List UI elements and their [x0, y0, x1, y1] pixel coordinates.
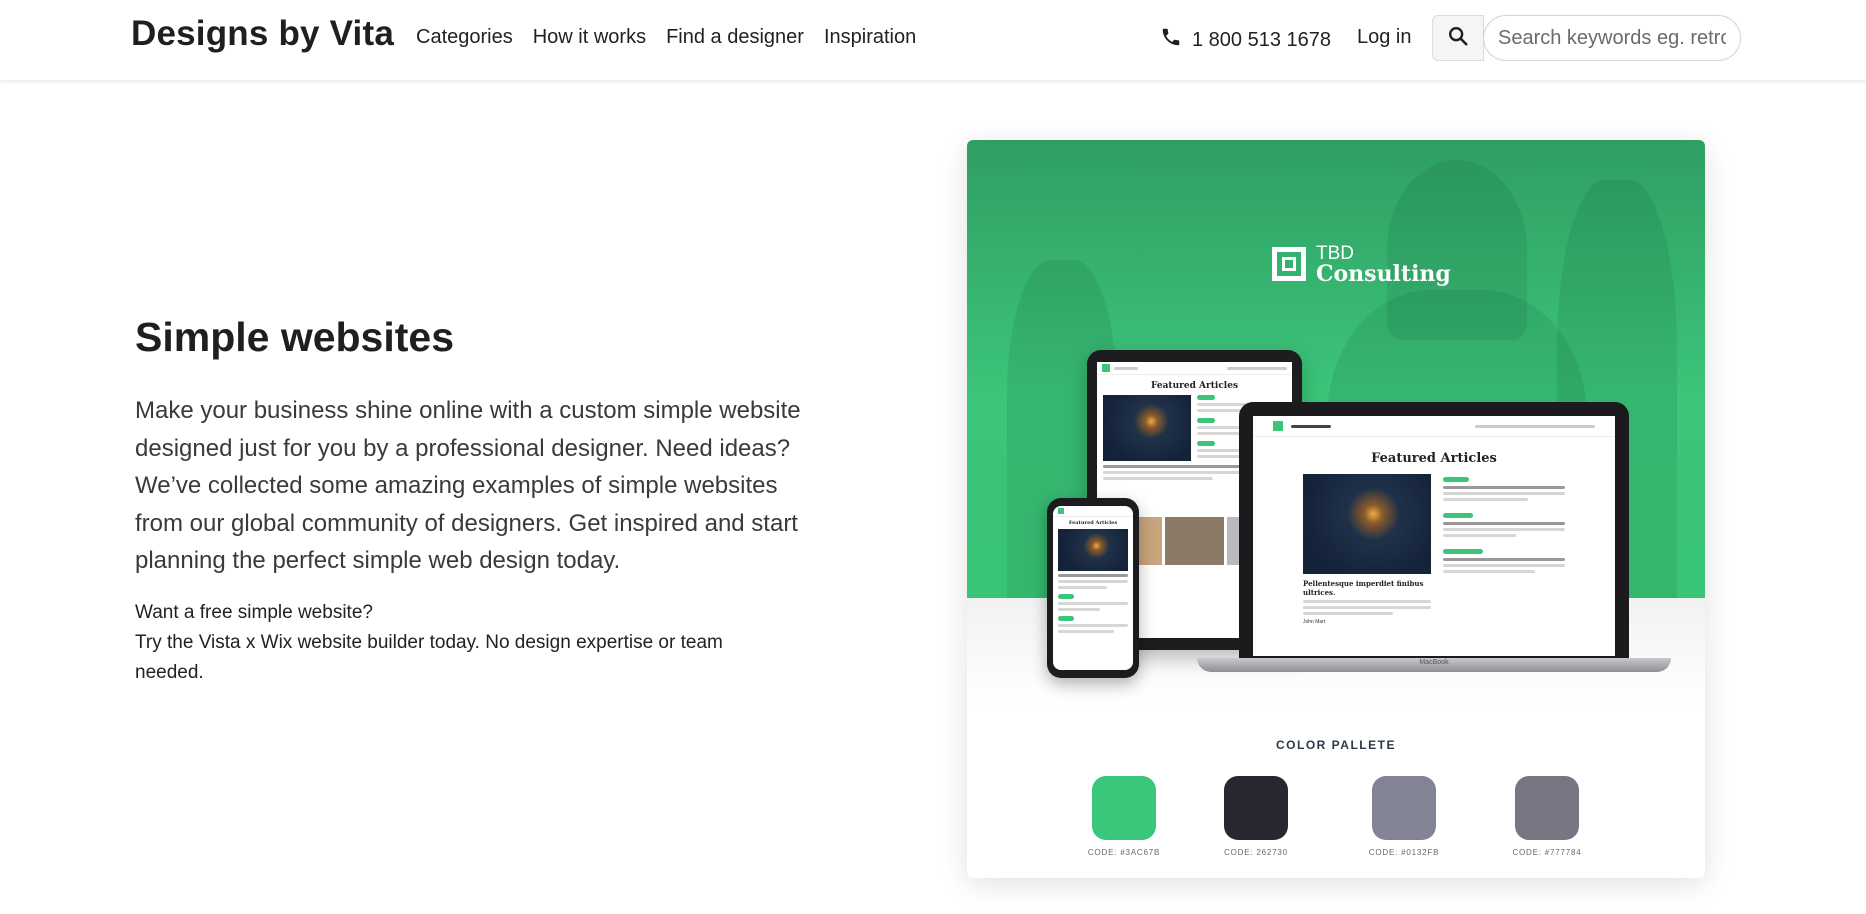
laptop-label: MacBook: [1419, 659, 1449, 666]
swatch-code: CODE: #777784: [1512, 848, 1582, 857]
swatch-code: CODE: 262730: [1224, 848, 1288, 857]
nav-categories[interactable]: Categories: [416, 26, 513, 49]
main-nav: Categories How it works Find a designer …: [416, 26, 916, 49]
design-showcase-card[interactable]: TBD Consulting Featured Articles Feature…: [967, 140, 1705, 878]
laptop-featured-title: Featured Articles: [1371, 451, 1497, 466]
nav-how-it-works[interactable]: How it works: [533, 26, 646, 49]
top-navbar: Designs by Vita Categories How it works …: [0, 0, 1866, 81]
swatch-dark: [1224, 776, 1288, 840]
palette-title: COLOR PALLETE: [1276, 738, 1396, 752]
free-website-note: Want a free simple website? Try the Vist…: [135, 598, 735, 688]
tbd-consulting-logo: TBD Consulting: [1272, 244, 1451, 287]
free-website-question: Want a free simple website?: [135, 602, 373, 623]
phone-featured-title: Featured Articles: [1068, 520, 1118, 526]
laptop-mockup: Featured Articles Pellentesque imperdiet…: [1239, 402, 1629, 660]
search-button[interactable]: [1432, 15, 1484, 61]
search-icon: [1447, 25, 1469, 52]
swatch-gray-blue: [1372, 776, 1436, 840]
laptop-article-title: Pellentesque imperdiet finibus ultrices.: [1303, 579, 1424, 597]
phone-icon: [1160, 26, 1182, 54]
brand-mark-icon: [1272, 247, 1306, 281]
swatch-code: CODE: #0132FB: [1368, 848, 1440, 857]
swatch-code: CODE: #3AC67B: [1087, 848, 1161, 857]
phone-mockup: Featured Articles: [1047, 498, 1139, 678]
phone-number: 1 800 513 1678: [1192, 28, 1332, 51]
hero-description: Make your business shine online with a c…: [135, 397, 801, 574]
search-input[interactable]: [1483, 15, 1741, 61]
page-title: Simple websites: [135, 314, 455, 360]
wix-builder-text: Try the Vista x Wix website builder toda…: [135, 632, 723, 683]
nav-find-a-designer[interactable]: Find a designer: [666, 26, 804, 49]
brand-line2: Consulting: [1316, 261, 1451, 287]
login-link[interactable]: Log in: [1357, 26, 1412, 49]
laptop-author: John Mart: [1303, 619, 1326, 625]
tablet-featured-title: Featured Articles: [1150, 381, 1239, 391]
phone-contact[interactable]: 1 800 513 1678: [1160, 26, 1331, 54]
swatch-gray: [1515, 776, 1579, 840]
swatch-green: [1092, 776, 1156, 840]
site-logo[interactable]: Designs by Vita: [131, 14, 394, 54]
nav-inspiration[interactable]: Inspiration: [824, 26, 916, 49]
